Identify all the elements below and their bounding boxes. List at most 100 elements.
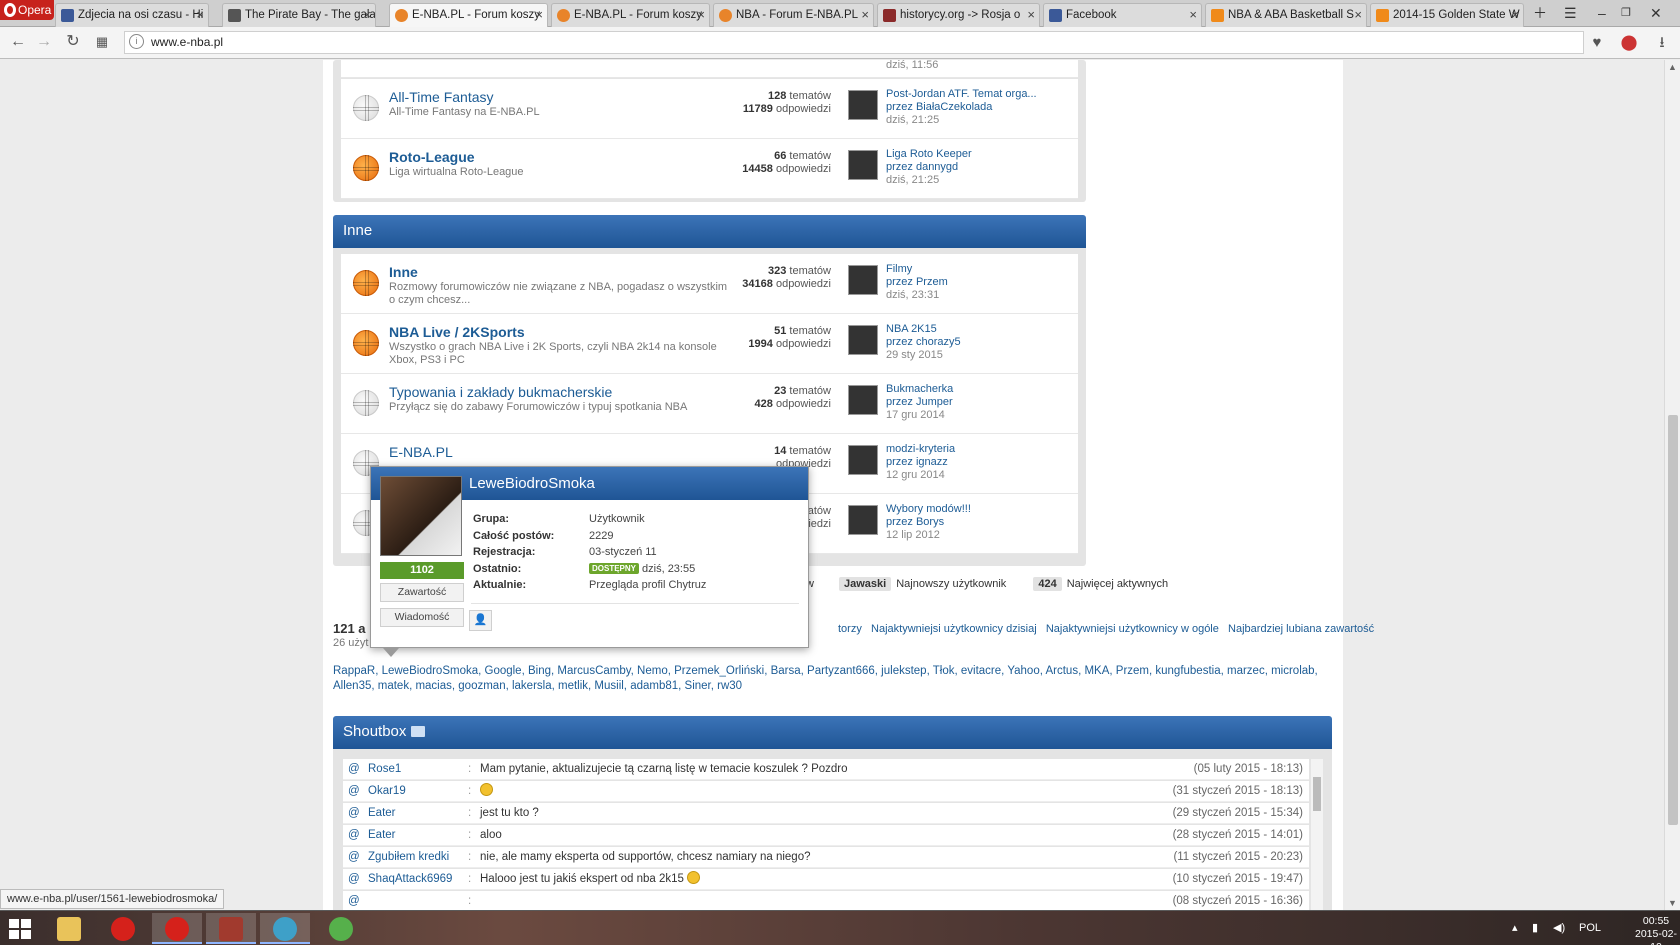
last-post-author-link[interactable]: przez Jumper bbox=[886, 396, 953, 409]
link-top-overall[interactable]: Najaktywniejsi użytkownicy w ogóle bbox=[1046, 623, 1219, 635]
forum-title-link[interactable]: E-NBA.PL bbox=[389, 444, 453, 460]
language-indicator[interactable]: POL bbox=[1579, 911, 1601, 945]
forum-title-link[interactable]: Roto-League bbox=[389, 149, 475, 165]
browser-tab[interactable]: E-NBA.PL - Forum koszy × bbox=[389, 3, 548, 28]
forum-title-link[interactable]: Inne bbox=[389, 264, 418, 280]
hovercard-username[interactable]: LeweBiodroSmoka bbox=[469, 475, 595, 492]
last-poster-avatar[interactable] bbox=[848, 505, 878, 535]
browser-tab[interactable]: Zdjecia na osi czasu - Hi × bbox=[55, 3, 209, 27]
forum-title-link[interactable]: NBA Live / 2KSports bbox=[389, 324, 525, 340]
add-friend-icon[interactable]: 👤 bbox=[469, 610, 492, 631]
shout-author-link[interactable]: ShaqAttack6969 bbox=[368, 869, 452, 890]
clock[interactable]: 00:552015-02-10 bbox=[1632, 915, 1680, 945]
scroll-up-icon[interactable]: ▲ bbox=[1668, 62, 1677, 72]
close-tab-icon[interactable]: × bbox=[1354, 4, 1362, 26]
last-poster-avatar[interactable] bbox=[848, 445, 878, 475]
send-message-button[interactable]: Wiadomość bbox=[380, 608, 464, 627]
taskbar-app[interactable] bbox=[206, 913, 256, 944]
tab-menu-icon[interactable]: ☰ bbox=[1564, 0, 1577, 26]
taskbar-explorer[interactable] bbox=[44, 913, 94, 944]
page-scrollbar[interactable]: ▲ ▼ bbox=[1664, 60, 1680, 910]
mention-button[interactable]: @ bbox=[348, 825, 360, 846]
last-poster-avatar[interactable] bbox=[848, 325, 878, 355]
close-tab-icon[interactable]: × bbox=[1189, 4, 1197, 26]
close-tab-icon[interactable]: × bbox=[1027, 4, 1035, 26]
last-post-author-link[interactable]: przez ignazz bbox=[886, 456, 955, 469]
browser-tab[interactable]: E-NBA.PL - Forum koszy × bbox=[551, 3, 710, 27]
shout-author-link[interactable]: Zgubiłem kredki bbox=[368, 847, 449, 868]
forum-title-link[interactable]: Typowania i zakłady bukmacherskie bbox=[389, 384, 612, 400]
close-tab-icon[interactable]: × bbox=[861, 4, 869, 26]
taskbar-opera[interactable] bbox=[98, 913, 148, 944]
shoutbox-popout-icon[interactable] bbox=[411, 726, 426, 737]
taskbar-media[interactable] bbox=[260, 913, 310, 944]
opera-menu-button[interactable]: Opera bbox=[0, 0, 54, 20]
category-header-inne[interactable]: Inne bbox=[333, 215, 1086, 248]
link-moderators[interactable]: torzy bbox=[838, 623, 862, 635]
last-post-author-link[interactable]: przez chorazy5 bbox=[886, 336, 961, 349]
last-poster-avatar[interactable] bbox=[848, 265, 878, 295]
minimize-button[interactable]: – bbox=[1598, 0, 1606, 26]
last-post-author-link[interactable]: przez Przem bbox=[886, 276, 948, 289]
online-users-list[interactable]: RappaR, LeweBiodroSmoka, Google, Bing, M… bbox=[333, 664, 1333, 694]
address-input[interactable]: i www.e-nba.pl bbox=[124, 31, 1584, 54]
adblock-icon[interactable]: ⬤ bbox=[1619, 33, 1639, 53]
restore-button[interactable]: ❐ bbox=[1621, 0, 1631, 26]
link-top-today[interactable]: Najaktywniejsi użytkownicy dzisiaj bbox=[871, 623, 1037, 635]
shout-author-link[interactable]: Eater bbox=[368, 803, 396, 824]
network-icon[interactable]: ▮ bbox=[1532, 911, 1538, 945]
mention-button[interactable]: @ bbox=[348, 803, 360, 824]
start-button[interactable] bbox=[9, 919, 31, 939]
last-post-title-link[interactable]: Bukmacherka bbox=[886, 383, 953, 396]
shout-author-link[interactable]: Rose1 bbox=[368, 759, 401, 780]
newest-user-link[interactable]: Jawaski bbox=[839, 577, 892, 591]
mention-button[interactable]: @ bbox=[348, 847, 360, 868]
close-window-button[interactable]: ✕ bbox=[1650, 0, 1662, 26]
mention-button[interactable]: @ bbox=[348, 759, 360, 780]
last-post-title-link[interactable]: NBA 2K15 bbox=[886, 323, 961, 336]
last-post-author-link[interactable]: przez Borys bbox=[886, 516, 971, 529]
user-content-button[interactable]: Zawartość bbox=[380, 583, 464, 602]
shout-author-link[interactable]: Okar19 bbox=[368, 781, 406, 802]
close-tab-icon[interactable]: × bbox=[697, 4, 705, 26]
last-post-title-link[interactable]: Liga Roto Keeper bbox=[886, 148, 972, 161]
close-tab-icon[interactable]: × bbox=[535, 4, 543, 26]
last-post-author-link[interactable]: przez dannygd bbox=[886, 161, 972, 174]
site-info-icon[interactable]: i bbox=[129, 34, 144, 49]
mention-button[interactable]: @ bbox=[348, 891, 360, 912]
volume-icon[interactable]: ◀) bbox=[1553, 911, 1565, 945]
close-tab-icon[interactable]: × bbox=[196, 4, 204, 26]
forum-title-link[interactable]: All-Time Fantasy bbox=[389, 89, 494, 105]
last-post-title-link[interactable]: Post-Jordan ATF. Temat orga... bbox=[886, 88, 1037, 101]
last-poster-avatar[interactable] bbox=[848, 90, 878, 120]
taskbar-utorrent[interactable] bbox=[316, 913, 366, 944]
last-poster-avatar[interactable] bbox=[848, 385, 878, 415]
browser-tab[interactable]: NBA & ABA Basketball S × bbox=[1205, 3, 1367, 27]
shout-author-link[interactable]: Eater bbox=[368, 825, 396, 846]
reload-button[interactable]: ↻ bbox=[62, 31, 84, 53]
mention-button[interactable]: @ bbox=[348, 869, 360, 890]
browser-tab[interactable]: NBA - Forum E-NBA.PL × bbox=[713, 3, 874, 27]
shoutbox-scrollbar[interactable] bbox=[1311, 759, 1323, 910]
forward-button[interactable]: → bbox=[33, 31, 55, 53]
close-tab-icon[interactable]: × bbox=[1511, 4, 1519, 26]
back-button[interactable]: ← bbox=[7, 31, 29, 53]
browser-tab[interactable]: historycy.org -> Rosja o × bbox=[877, 3, 1040, 27]
tray-expand-icon[interactable]: ▴ bbox=[1512, 911, 1518, 945]
close-tab-icon[interactable]: × bbox=[363, 4, 371, 26]
browser-tab[interactable]: 2014-15 Golden State W × bbox=[1370, 3, 1524, 27]
browser-tab[interactable]: Facebook × bbox=[1043, 3, 1202, 27]
mention-button[interactable]: @ bbox=[348, 781, 360, 802]
scrollbar-thumb[interactable] bbox=[1668, 415, 1678, 825]
last-post-title-link[interactable]: Wybory modów!!! bbox=[886, 503, 971, 516]
taskbar-opera-active[interactable] bbox=[152, 913, 202, 944]
bookmark-heart-icon[interactable]: ♥ bbox=[1587, 33, 1607, 53]
new-tab-button[interactable]: ＋ bbox=[1533, 0, 1547, 26]
last-post-title-link[interactable]: modzi-kryteria bbox=[886, 443, 955, 456]
scroll-down-icon[interactable]: ▼ bbox=[1668, 898, 1677, 908]
browser-tab[interactable]: The Pirate Bay - The gala × bbox=[222, 3, 376, 27]
last-post-title-link[interactable]: Filmy bbox=[886, 263, 948, 276]
download-icon[interactable]: ⭳ bbox=[1652, 33, 1672, 53]
last-poster-avatar[interactable] bbox=[848, 150, 878, 180]
speed-dial-icon[interactable]: ▦ bbox=[91, 31, 113, 53]
